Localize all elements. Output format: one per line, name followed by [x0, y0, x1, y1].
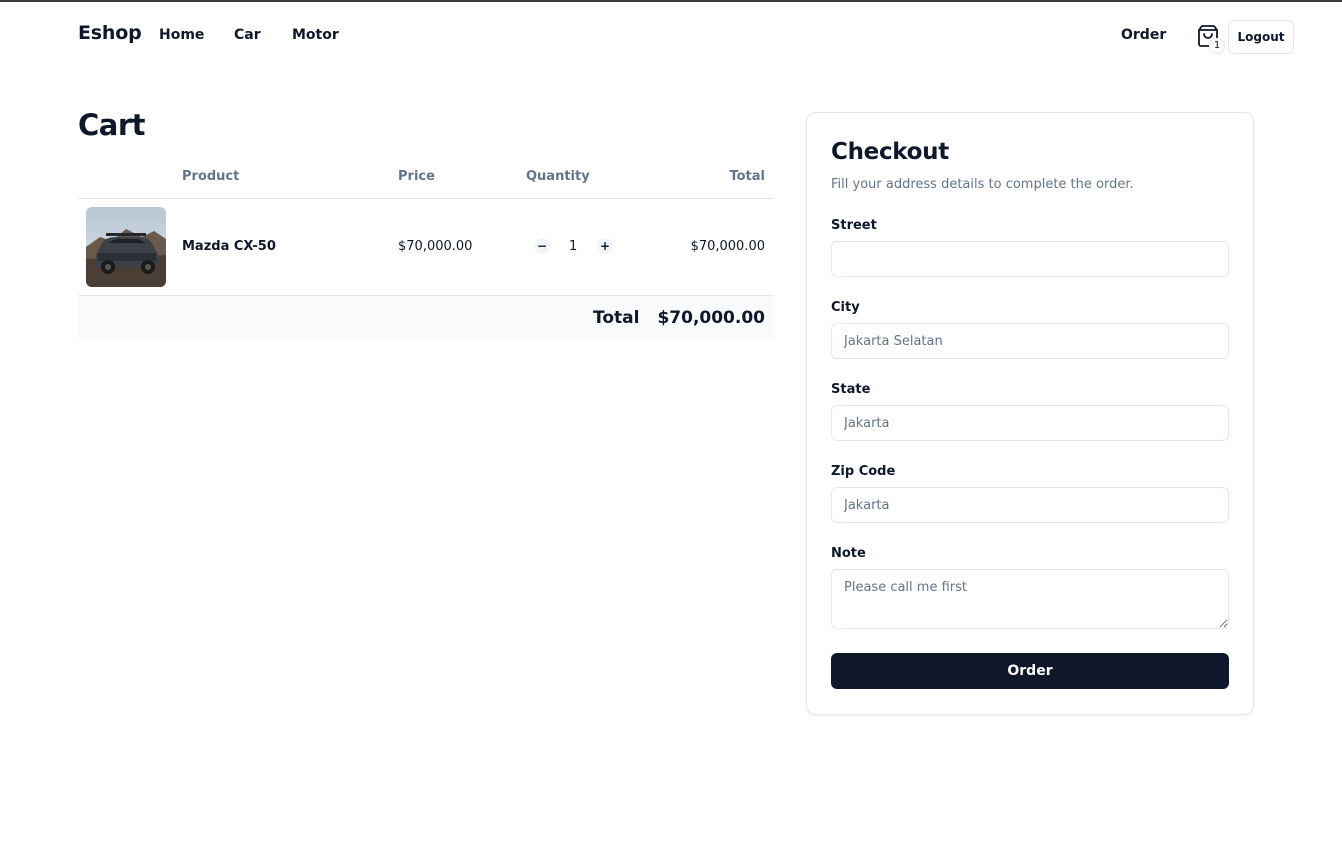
decrease-quantity-button[interactable]: − — [534, 238, 550, 254]
column-header-price: Price — [398, 169, 435, 184]
state-label: State — [831, 382, 871, 397]
zip-code-label: Zip Code — [831, 464, 896, 479]
street-label: Street — [831, 218, 877, 233]
product-price: $70,000.00 — [398, 239, 473, 254]
product-image — [86, 207, 166, 287]
nav-link-home[interactable]: Home — [159, 27, 204, 43]
cart-table: Product Price Quantity Total Mazda CX-50… — [78, 160, 774, 340]
nav-link-motor[interactable]: Motor — [292, 27, 339, 43]
table-row: Mazda CX-50 $70,000.00 − 1 + $70,000.00 — [78, 199, 774, 296]
note-textarea[interactable] — [831, 569, 1229, 629]
state-input[interactable] — [831, 405, 1229, 441]
cart-count-badge: 1 — [1209, 38, 1225, 54]
zip-code-input[interactable] — [831, 487, 1229, 523]
increase-quantity-button[interactable]: + — [597, 238, 613, 254]
product-name[interactable]: Mazda CX-50 — [182, 239, 276, 254]
column-header-quantity: Quantity — [526, 169, 590, 184]
brand-logo[interactable]: Eshop — [78, 22, 142, 44]
note-label: Note — [831, 546, 866, 561]
column-header-product: Product — [182, 169, 240, 184]
column-header-total: Total — [729, 169, 765, 184]
city-input[interactable] — [831, 323, 1229, 359]
checkout-card: Checkout Fill your address details to co… — [806, 112, 1254, 715]
order-submit-button[interactable]: Order — [831, 653, 1229, 689]
nav-link-car[interactable]: Car — [234, 27, 261, 43]
street-input[interactable] — [831, 241, 1229, 277]
checkout-subtitle: Fill your address details to complete th… — [831, 177, 1134, 192]
nav-link-order[interactable]: Order — [1121, 27, 1166, 43]
table-footer: Total $70,000.00 — [78, 296, 774, 340]
product-total: $70,000.00 — [690, 239, 765, 254]
city-label: City — [831, 300, 860, 315]
checkout-title: Checkout — [831, 139, 949, 165]
cart-title: Cart — [78, 108, 146, 142]
cart-button[interactable]: 1 — [1196, 24, 1225, 54]
table-header: Product Price Quantity Total — [78, 160, 774, 199]
navbar: Eshop Home Car Motor Order 1 Logout — [0, 2, 1342, 72]
cart-total-value: $70,000.00 — [657, 308, 765, 328]
quantity-value: 1 — [569, 239, 578, 254]
cart-total-label: Total — [593, 308, 640, 328]
logout-button[interactable]: Logout — [1228, 20, 1294, 54]
